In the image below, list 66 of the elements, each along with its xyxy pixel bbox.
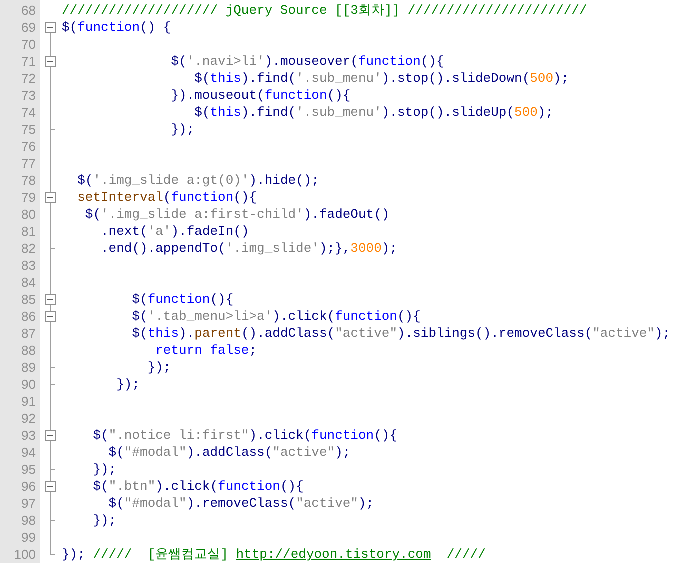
collapse-icon[interactable] xyxy=(45,56,56,67)
code-line: $('.navi>li').mouseover(function(){ xyxy=(170,53,446,70)
code-line: $(function() { xyxy=(62,19,172,36)
line-number: 77 xyxy=(20,155,36,172)
line-number: 71 xyxy=(20,53,36,70)
code-line: $(".btn").click(function(){ xyxy=(92,478,305,495)
code-line: $(this).parent().addClass("active").siblings().removeClass("active"); xyxy=(131,325,672,342)
line-number: 72 xyxy=(20,70,36,87)
line-number: 79 xyxy=(20,189,36,206)
code-line: }); xyxy=(170,121,196,138)
code-line: $(".notice li:first").click(function(){ xyxy=(92,427,398,444)
line-number: 74 xyxy=(20,104,36,121)
line-number: 85 xyxy=(20,291,36,308)
line-number: 81 xyxy=(20,223,36,240)
code-line: }); xyxy=(146,359,172,376)
line-number: 82 xyxy=(20,240,36,257)
code-line: .end().appendTo('.img_slide');},3000); xyxy=(100,240,398,257)
code-line: $("#modal").addClass("active"); xyxy=(108,444,352,461)
code-line: $('.img_slide a:first-child').fadeOut() xyxy=(84,206,391,223)
code-line: $(this).find('.sub_menu').stop().slideDown(500); xyxy=(194,70,570,87)
collapse-icon[interactable] xyxy=(45,294,56,305)
code-line: }).mouseout(function(){ xyxy=(170,87,352,104)
line-number: 76 xyxy=(20,138,36,155)
code-line: }); ///// [윤쌤컴교실] http://edyoon.tistory.com ///// xyxy=(62,546,487,563)
code-line: .next('a').fadeIn() xyxy=(100,223,250,240)
line-number: 92 xyxy=(20,410,36,427)
line-number: 87 xyxy=(20,325,36,342)
code-line: return false; xyxy=(154,342,258,359)
code-line: }); xyxy=(116,376,142,393)
line-number: 100 xyxy=(13,546,36,563)
collapse-icon[interactable] xyxy=(45,481,56,492)
line-number: 73 xyxy=(20,87,36,104)
line-number: 95 xyxy=(20,461,36,478)
code-line: }); xyxy=(92,461,118,478)
line-number: 68 xyxy=(20,2,36,19)
line-number: 88 xyxy=(20,342,36,359)
line-number: 98 xyxy=(20,512,36,529)
code-line: $('.tab_menu>li>a').click(function(){ xyxy=(131,308,422,325)
line-number: 70 xyxy=(20,36,36,53)
code-line: $('.img_slide a:gt(0)').hide(); xyxy=(76,172,320,189)
line-number: 89 xyxy=(20,359,36,376)
line-number: 96 xyxy=(20,478,36,495)
link[interactable]: http://edyoon.tistory.com xyxy=(236,547,432,562)
line-number: 93 xyxy=(20,427,36,444)
code-line: }); xyxy=(92,512,118,529)
line-number: 90 xyxy=(20,376,36,393)
code-line: //////////////////// jQuery Source [[3회차]] /////////////////////// xyxy=(62,2,588,19)
code-line: $(function(){ xyxy=(131,291,235,308)
line-number: 83 xyxy=(20,257,36,274)
collapse-icon[interactable] xyxy=(45,430,56,441)
collapse-icon[interactable] xyxy=(45,192,56,203)
line-number: 80 xyxy=(20,206,36,223)
line-number: 99 xyxy=(20,529,36,546)
line-number: 75 xyxy=(20,121,36,138)
line-number: 78 xyxy=(20,172,36,189)
code-line: setInterval(function(){ xyxy=(76,189,258,206)
line-number: 84 xyxy=(20,274,36,291)
line-number: 91 xyxy=(20,393,36,410)
line-number: 94 xyxy=(20,444,36,461)
code-line: $("#modal").removeClass("active"); xyxy=(108,495,376,512)
collapse-icon[interactable] xyxy=(45,311,56,322)
line-number: 97 xyxy=(20,495,36,512)
collapse-icon[interactable] xyxy=(45,22,56,33)
line-number: 86 xyxy=(20,308,36,325)
line-number: 69 xyxy=(20,19,36,36)
code-line: $(this).find('.sub_menu').stop().slideUp(500); xyxy=(194,104,555,121)
